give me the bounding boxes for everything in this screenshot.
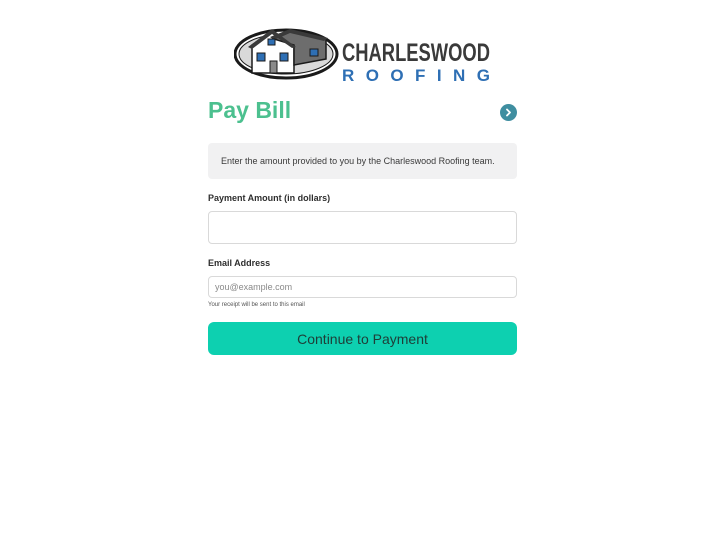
brand-name-top: CHARLESWOOD [342, 39, 490, 67]
title-row: Pay Bill [208, 96, 517, 128]
info-message-text: Enter the amount provided to you by the … [221, 156, 495, 166]
charleswood-roofing-logo: CHARLESWOOD ROOFING [234, 25, 492, 85]
chevron-right-icon [506, 108, 511, 117]
house-emblem-icon [234, 28, 339, 80]
payment-amount-input[interactable] [208, 211, 517, 244]
page-title: Pay Bill [208, 97, 292, 123]
continue-to-payment-button[interactable]: Continue to Payment [208, 322, 517, 355]
next-button[interactable] [500, 104, 517, 121]
pay-bill-form: Pay Bill Enter the amount provided to yo… [208, 96, 517, 355]
brand-name-bottom: ROOFING [342, 66, 490, 85]
page: CHARLESWOOD ROOFING Pay Bill Enter the a… [0, 0, 725, 544]
email-input[interactable] [208, 276, 517, 298]
payment-amount-label: Payment Amount (in dollars) [208, 193, 331, 203]
info-message: Enter the amount provided to you by the … [208, 143, 517, 179]
email-help-text: Your receipt will be sent to this email [208, 302, 305, 308]
email-address-label: Email Address [208, 258, 271, 268]
